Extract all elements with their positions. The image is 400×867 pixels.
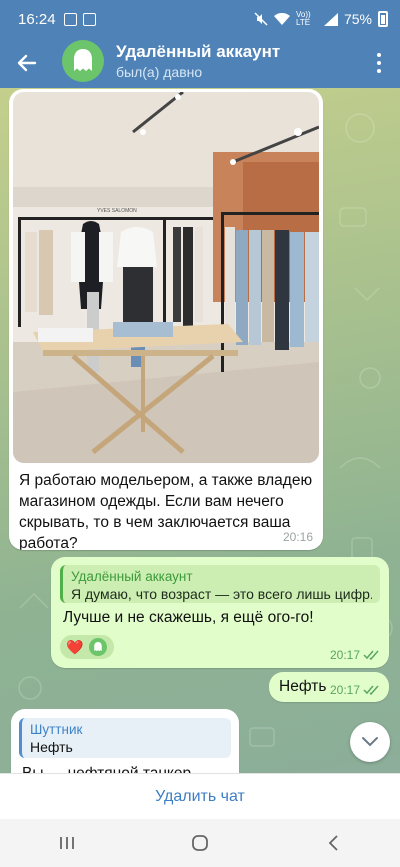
more-menu-icon[interactable]: [372, 50, 386, 76]
quote-text: Нефть: [30, 739, 73, 755]
bottom-action-bar: Удалить чат: [0, 773, 400, 820]
reaction-pill[interactable]: ❤️: [60, 635, 114, 659]
read-checkmarks-icon: [363, 650, 379, 660]
incoming-message-bubble[interactable]: Шуттник Нефть Вы — нефтяной танкер...: [11, 709, 239, 773]
battery-percent: 75%: [343, 11, 372, 27]
incoming-message-text: Вы — нефтяной танкер...: [22, 765, 204, 773]
reactor-avatar: [89, 638, 108, 656]
photo-message-bubble[interactable]: YVES SALOMON Я работаю модельером, а так…: [9, 89, 323, 550]
read-checkmarks-icon: [363, 685, 379, 695]
back-button[interactable]: [303, 823, 363, 863]
store-photo[interactable]: YVES SALOMON: [13, 92, 319, 463]
status-bar: 16:24 Vo)) LTE 75%: [0, 0, 400, 38]
quote-author: Шуттник: [30, 722, 83, 737]
gallery-notification-icon: [63, 12, 77, 26]
network-label: Vo)) LTE: [295, 10, 311, 27]
chat-header: Удалённый аккаунт был(а) давно: [0, 38, 400, 88]
app-notification-icon: [82, 12, 96, 26]
reply-quote[interactable]: Удалённый аккаунт Я думаю, что возраст —…: [60, 565, 380, 603]
home-icon: [192, 835, 208, 851]
chat-status: был(а) давно: [116, 64, 203, 80]
scroll-down-button[interactable]: [350, 722, 390, 762]
chat-title[interactable]: Удалённый аккаунт: [116, 42, 280, 62]
battery-icon: [378, 11, 388, 27]
message-time: 20:16: [282, 530, 313, 544]
signal-icon: [323, 12, 338, 26]
recent-apps-button[interactable]: [37, 823, 97, 863]
recent-apps-icon: [59, 837, 74, 849]
status-time: 16:24: [18, 10, 56, 28]
home-button[interactable]: [170, 823, 230, 863]
ghost-icon: [94, 642, 103, 652]
heart-reaction-icon: ❤️: [66, 639, 84, 655]
store-sign: YVES SALOMON: [97, 208, 137, 214]
ghost-icon: [74, 49, 92, 71]
message-time: 20:17: [330, 683, 381, 697]
avatar[interactable]: [62, 40, 104, 82]
quote-author: Удалённый аккаунт: [71, 569, 193, 584]
android-nav-bar: [0, 819, 400, 867]
reply-quote[interactable]: Шуттник Нефть: [19, 718, 231, 758]
photo-message-text: Я работаю модельером, а также владею маг…: [19, 472, 313, 550]
delete-chat-button[interactable]: Удалить чат: [155, 788, 245, 806]
chevron-down-icon: [362, 737, 378, 747]
back-chevron-icon: [329, 835, 338, 851]
short-message-bubble[interactable]: Нефть 20:17: [269, 672, 389, 702]
message-time: 20:17: [330, 648, 381, 662]
wifi-icon: [273, 12, 290, 25]
reply-message-bubble[interactable]: Удалённый аккаунт Я думаю, что возраст —…: [51, 557, 389, 668]
short-message-text: Нефть: [279, 678, 327, 695]
back-arrow-icon[interactable]: [14, 50, 40, 76]
quote-text: Я думаю, что возраст — это всего лишь ци…: [71, 586, 372, 602]
svg-text:YVES SALOMON: YVES SALOMON: [97, 208, 137, 214]
chat-area[interactable]: YVES SALOMON Я работаю модельером, а так…: [0, 88, 400, 773]
reply-message-text: Лучше и не скажешь, я ещё ого-го!: [63, 609, 314, 626]
mute-icon: [254, 12, 268, 26]
